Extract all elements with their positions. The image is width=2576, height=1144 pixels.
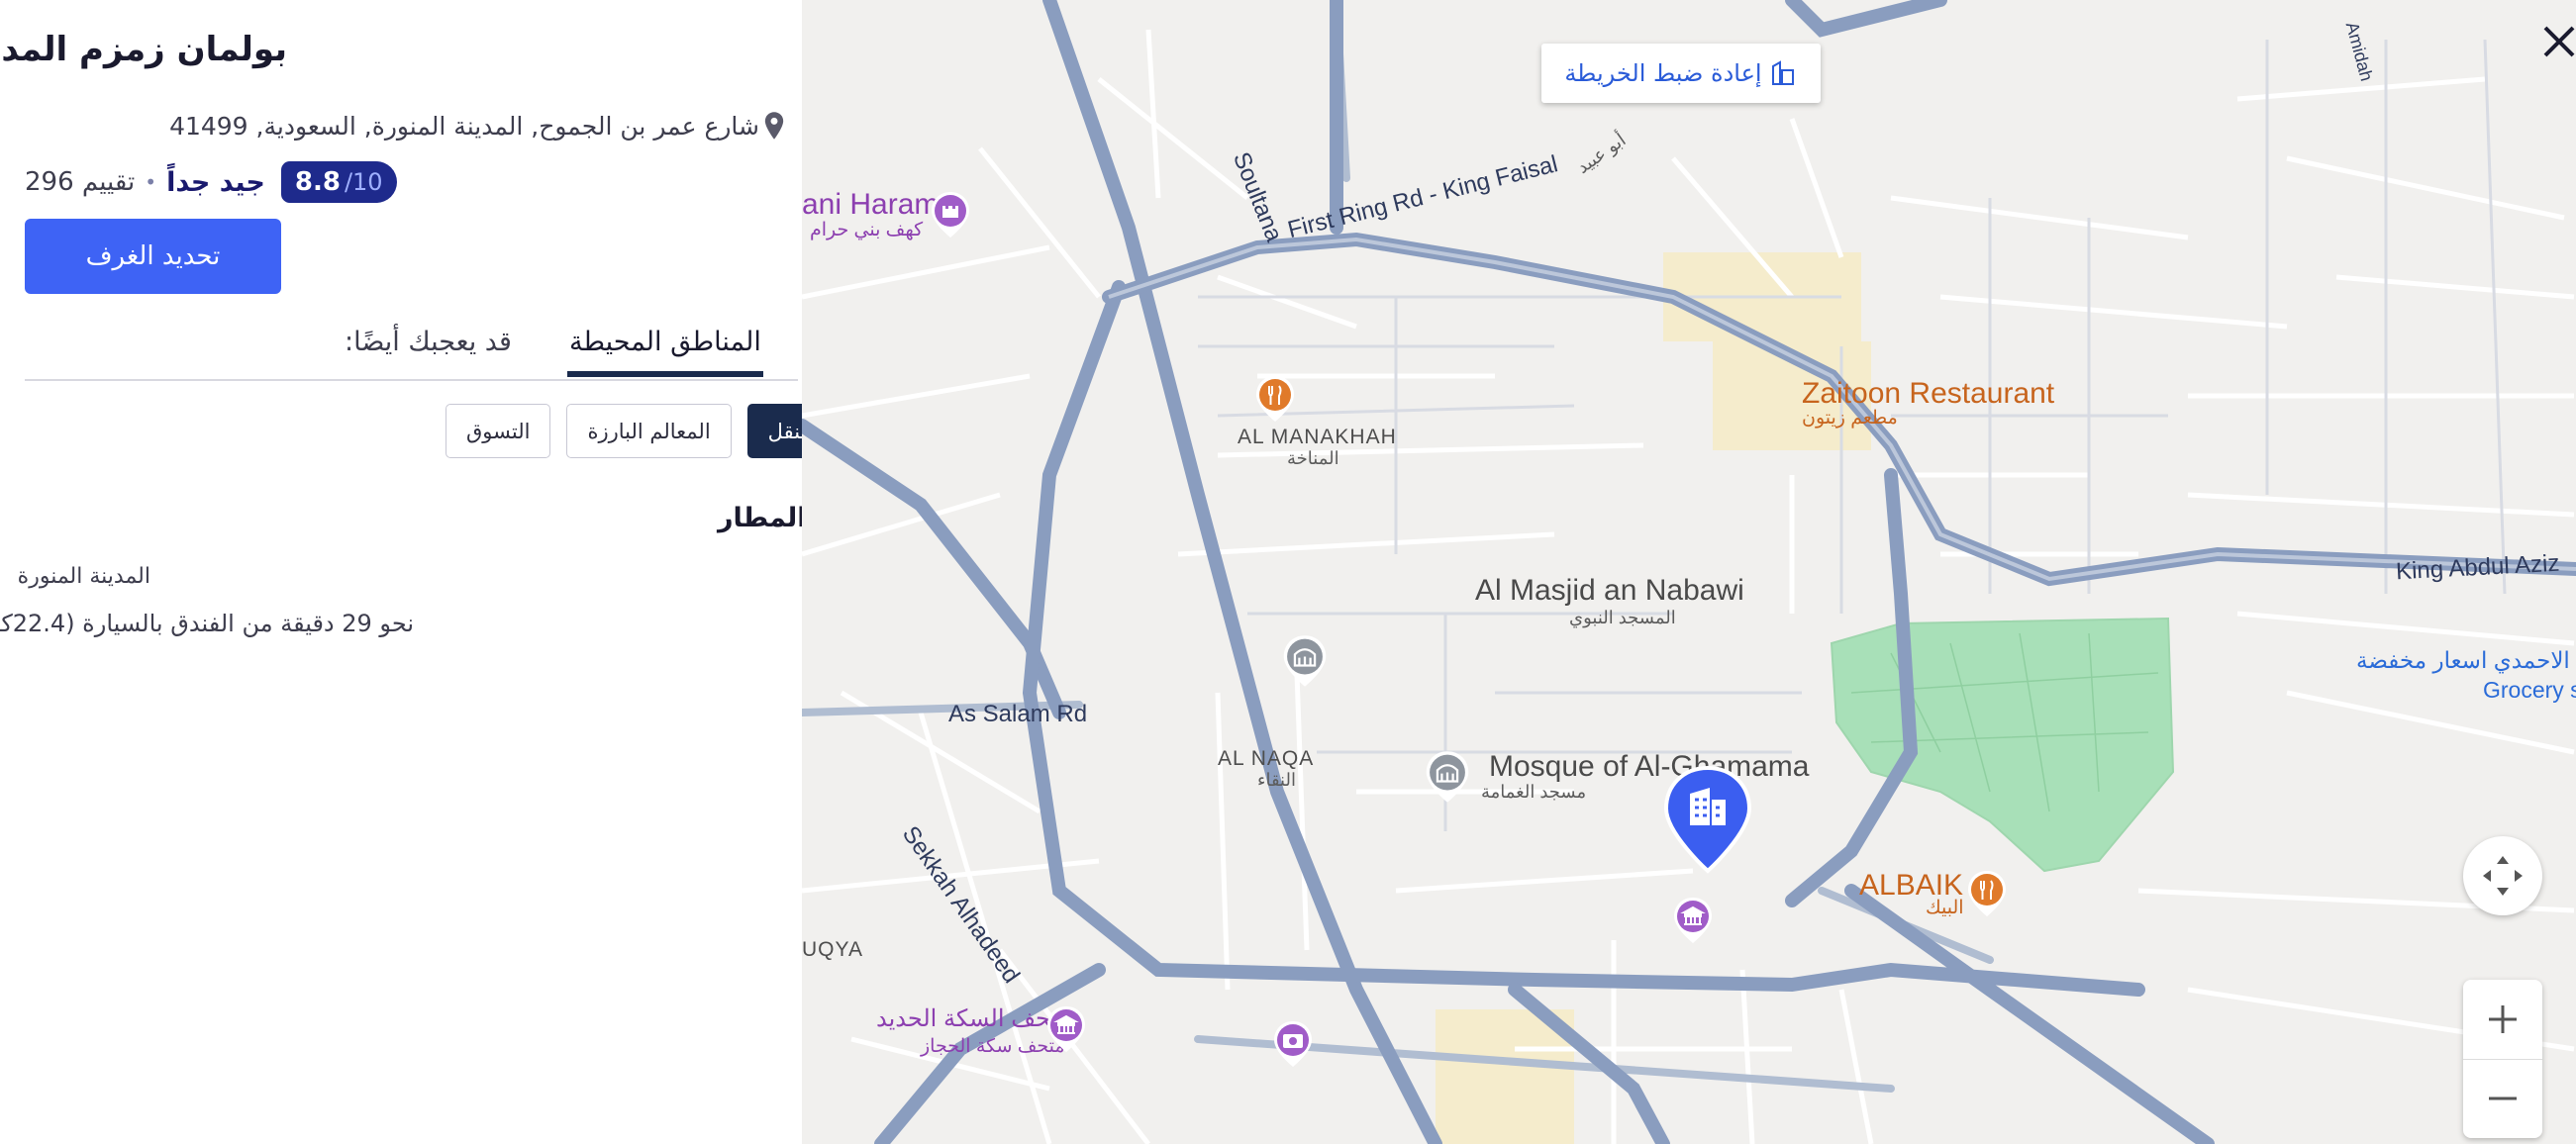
close-icon[interactable] bbox=[2539, 22, 2576, 61]
map-label-manakhah-ar: المناخة bbox=[1287, 448, 1339, 468]
place-distance: نحو 29 دقيقة من الفندق بالسيارة (22.4كم) bbox=[0, 610, 414, 637]
map-label-zaitoon[interactable]: Zaitoon Restaurant bbox=[1802, 377, 2054, 411]
hotel-name: بولمان زمزم المدينة bbox=[0, 30, 287, 69]
map-label-naqa-ar: النقاء bbox=[1257, 770, 1296, 790]
mosque-pin-icon-2[interactable] bbox=[1423, 749, 1472, 805]
reset-map-button[interactable]: إعادة ضبط الخريطة bbox=[1541, 44, 1821, 103]
map-label-zaitoon-ar: مطعم زيتون bbox=[1802, 408, 1898, 429]
chip-landmarks[interactable]: المعالم البارزة bbox=[566, 404, 732, 458]
reset-map-label: إعادة ضبط الخريطة bbox=[1564, 59, 1762, 87]
hotel-info-panel: بولمان زمزم المدينة شارع عمر بن الجموح, … bbox=[0, 0, 896, 1144]
restaurant-pin-icon[interactable] bbox=[1253, 374, 1297, 424]
rating-word: جيد جداً bbox=[166, 166, 265, 198]
road-label-as-salam: As Salam Rd bbox=[948, 701, 1088, 727]
mosque-pin-icon[interactable] bbox=[1280, 633, 1330, 689]
zoom-controls bbox=[2463, 980, 2542, 1138]
map-label-grocery[interactable]: Grocery s bbox=[2483, 677, 2576, 704]
select-rooms-button[interactable]: تحديد الغرف bbox=[25, 219, 281, 294]
zoom-out-button[interactable] bbox=[2463, 1060, 2542, 1139]
map-label-manakhah: AL MANAKHAH bbox=[1238, 426, 1397, 448]
map-label-masjid[interactable]: Al Masjid an Nabawi bbox=[1475, 574, 1744, 608]
map-label-railway[interactable]: متحف السكة الحديد bbox=[876, 1004, 1071, 1033]
map-label-ahmadi[interactable]: الاحمدي اسعار مخفضة bbox=[2356, 647, 2570, 674]
tab-bar: المناطق المحيطة قد يعجبك أيضًا: bbox=[25, 317, 798, 381]
map-canvas[interactable] bbox=[802, 0, 2576, 1144]
restaurant-pin-icon-2[interactable] bbox=[1965, 869, 2009, 918]
map-label-naqa: AL NAQA bbox=[1218, 747, 1315, 770]
score-outof: /10 bbox=[344, 168, 383, 196]
hotel-address: شارع عمر بن الجموح, المدينة المنورة, الس… bbox=[169, 111, 785, 141]
zoom-in-button[interactable] bbox=[2463, 980, 2542, 1060]
rating-row: 296 تقييم • جيد جداً 8.8 /10 bbox=[25, 161, 397, 203]
hotel-marker-icon[interactable] bbox=[1660, 764, 1755, 875]
map-view[interactable]: ani Haram كهف بني حرام Soultana أبو عبيد… bbox=[802, 0, 2576, 1144]
map-reset-icon bbox=[1771, 60, 1794, 85]
map-label-masjid-ar: المسجد النبوي bbox=[1569, 608, 1676, 627]
plus-icon bbox=[2489, 1004, 2517, 1033]
separator-dot: • bbox=[145, 170, 157, 194]
chip-shopping[interactable]: التسوق bbox=[446, 404, 551, 458]
map-label-railway-ar: متحف سكة الحجاز bbox=[921, 1036, 1065, 1057]
museum-pin-icon[interactable] bbox=[1671, 896, 1715, 945]
map-label-haram[interactable]: ani Haram bbox=[802, 188, 939, 222]
score-badge: 8.8 /10 bbox=[280, 161, 397, 203]
map-label-albaik-ar: البيك bbox=[1926, 898, 1964, 918]
recenter-icon bbox=[2483, 856, 2523, 896]
map-label-ghamama[interactable]: Mosque of Al-Ghamama bbox=[1489, 750, 1809, 784]
museum-pin-icon-2[interactable] bbox=[1044, 1004, 1088, 1054]
location-pin-icon bbox=[764, 112, 784, 140]
map-label-uqya: UQYA bbox=[802, 938, 863, 961]
score-value: 8.8 bbox=[294, 167, 341, 197]
camera-pin-icon[interactable] bbox=[1271, 1019, 1315, 1069]
recenter-button[interactable] bbox=[2463, 836, 2542, 915]
tab-nearby-areas[interactable]: المناطق المحيطة bbox=[567, 327, 763, 377]
address-text: شارع عمر بن الجموح, المدينة المنورة, الس… bbox=[169, 111, 759, 141]
minus-icon bbox=[2489, 1096, 2517, 1100]
castle-pin-icon[interactable] bbox=[929, 190, 972, 239]
map-label-haram-ar: كهف بني حرام bbox=[810, 220, 924, 240]
place-name: المدينة المنورة bbox=[17, 564, 150, 589]
map-label-ghamama-ar: مسجد الغمامة bbox=[1481, 782, 1587, 802]
category-title: المطار bbox=[718, 502, 807, 533]
tab-you-may-like[interactable]: قد يعجبك أيضًا: bbox=[345, 327, 512, 371]
review-count: 296 تقييم bbox=[25, 167, 136, 197]
